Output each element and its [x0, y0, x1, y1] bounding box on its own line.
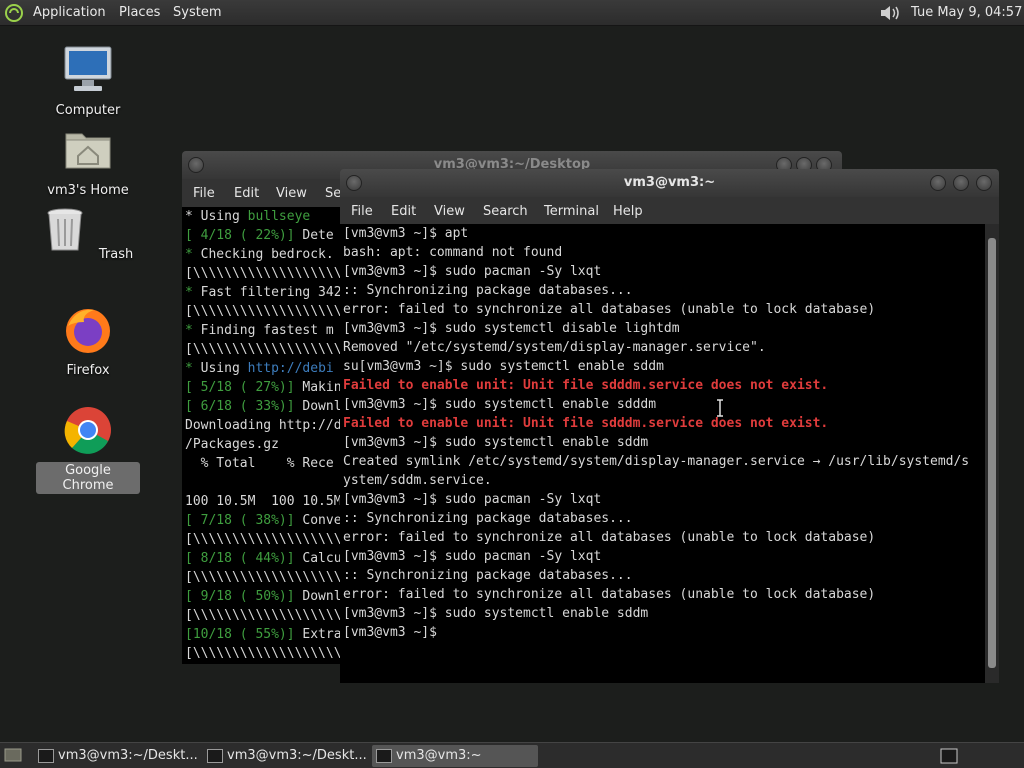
terminal-line: [vm3@vm3 ~]$ sudo pacman -Sy lxqt: [343, 492, 602, 507]
menu-view[interactable]: View: [434, 204, 465, 219]
speaker-icon[interactable]: [878, 3, 902, 23]
terminal-line: [vm3@vm3 ~]$ sudo systemctl disable ligh…: [343, 321, 680, 336]
system-menu[interactable]: System: [173, 5, 221, 20]
menu-file[interactable]: File: [351, 204, 373, 219]
computer-icon: [64, 46, 112, 91]
maximize-button[interactable]: [953, 175, 969, 191]
desktop-icon-computer[interactable]: Computer: [36, 44, 140, 119]
home-folder-icon: [65, 133, 111, 169]
scrollbar-thumb[interactable]: [988, 238, 996, 668]
terminal-line: Failed to enable unit: Unit file sdddm.s…: [343, 378, 829, 393]
gnome-foot-icon[interactable]: [4, 3, 24, 23]
top-panel: Applications Places System Tue May 9, 04…: [0, 0, 1024, 26]
menu-edit[interactable]: Edit: [391, 204, 416, 219]
terminal-line: bash: apt: command not found: [343, 245, 563, 260]
terminal-line: Failed to enable unit: Unit file sdddm.s…: [343, 416, 829, 431]
terminal-line: error: failed to synchronize all databas…: [343, 530, 876, 545]
terminal-icon: [38, 749, 54, 763]
terminal-line: [vm3@vm3 ~]$ sudo pacman -Sy lxqt: [343, 549, 602, 564]
workspace-switcher-icon[interactable]: [940, 748, 958, 764]
terminal-line: [vm3@vm3 ~]$ apt: [343, 226, 469, 241]
window-titlebar[interactable]: vm3@vm3:~: [340, 169, 999, 197]
terminal-line: Removed "/etc/systemd/system/display-man…: [343, 340, 766, 355]
desktop-icon-home[interactable]: vm3's Home: [36, 124, 140, 199]
taskbar-item[interactable]: vm3@vm3:~/Deskt...: [203, 745, 369, 767]
menu-search[interactable]: Search: [483, 204, 528, 219]
desktop-icon-chrome[interactable]: Google Chrome: [36, 404, 140, 494]
minimize-button[interactable]: [930, 175, 946, 191]
text-cursor-icon: [717, 399, 723, 417]
terminal-line: :: Synchronizing package databases...: [343, 568, 633, 583]
terminal-scrollbar[interactable]: [985, 224, 999, 683]
terminal-line: ystem/sddm.service.: [343, 473, 492, 488]
clock[interactable]: Tue May 9, 04:57: [911, 5, 1022, 20]
terminal-line: su[vm3@vm3 ~]$ sudo systemctl enable sdd…: [343, 359, 664, 374]
terminal-line: error: failed to synchronize all databas…: [343, 587, 876, 602]
terminal-icon: [207, 749, 223, 763]
desktop-icon-label: Computer: [55, 103, 121, 118]
window-menubar: File Edit View Search Terminal Help: [340, 197, 999, 227]
terminal-line: :: Synchronizing package databases...: [343, 511, 633, 526]
desktop-icon-label: Trash: [98, 247, 134, 262]
terminal-line: [vm3@vm3 ~]$: [343, 625, 445, 640]
show-desktop-icon[interactable]: [4, 748, 22, 762]
menu-help[interactable]: Help: [613, 204, 643, 219]
terminal-icon: [376, 749, 392, 763]
close-button[interactable]: [976, 175, 992, 191]
applications-menu[interactable]: Applications: [33, 5, 105, 20]
menu-view[interactable]: View: [276, 186, 307, 201]
window-title: vm3@vm3:~: [623, 175, 716, 190]
places-menu[interactable]: Places: [119, 5, 160, 20]
terminal-line: :: Synchronizing package databases...: [343, 283, 633, 298]
menu-edit[interactable]: Edit: [234, 186, 259, 201]
taskbar-item-active[interactable]: vm3@vm3:~: [372, 745, 538, 767]
desktop-icon-label: Firefox: [66, 363, 110, 378]
desktop-icon-label: vm3's Home: [47, 183, 129, 198]
trash-icon: [47, 208, 83, 251]
firefox-icon: [66, 309, 110, 353]
desktop-icon-label: Google Chrome: [36, 462, 140, 494]
terminal-window-home[interactable]: vm3@vm3:~ File Edit View Search Terminal…: [340, 169, 999, 683]
terminal-line: [vm3@vm3 ~]$ sudo systemctl enable sdddm: [343, 397, 657, 412]
terminal-line: [vm3@vm3 ~]$ sudo pacman -Sy lxqt: [343, 264, 602, 279]
bottom-panel: vm3@vm3:~/Deskt... vm3@vm3:~/Deskt... vm…: [0, 742, 1024, 768]
menu-file[interactable]: File: [193, 186, 215, 201]
terminal-line: error: failed to synchronize all databas…: [343, 302, 876, 317]
chrome-icon: [64, 407, 111, 454]
terminal-output[interactable]: [vm3@vm3 ~]$ apt bash: apt: command not f…: [340, 224, 985, 683]
terminal-line: [vm3@vm3 ~]$ sudo systemctl enable sddm: [343, 435, 649, 450]
taskbar-item[interactable]: vm3@vm3:~/Deskt...: [34, 745, 200, 767]
terminal-line: Created symlink /etc/systemd/system/disp…: [343, 454, 970, 469]
menu-terminal[interactable]: Terminal: [544, 204, 599, 219]
terminal-line: [vm3@vm3 ~]$ sudo systemctl enable sddm: [343, 606, 649, 621]
desktop-icon-trash[interactable]: Trash: [36, 204, 140, 263]
desktop-icon-firefox[interactable]: Firefox: [36, 304, 140, 379]
menu-search[interactable]: Se: [325, 186, 341, 201]
